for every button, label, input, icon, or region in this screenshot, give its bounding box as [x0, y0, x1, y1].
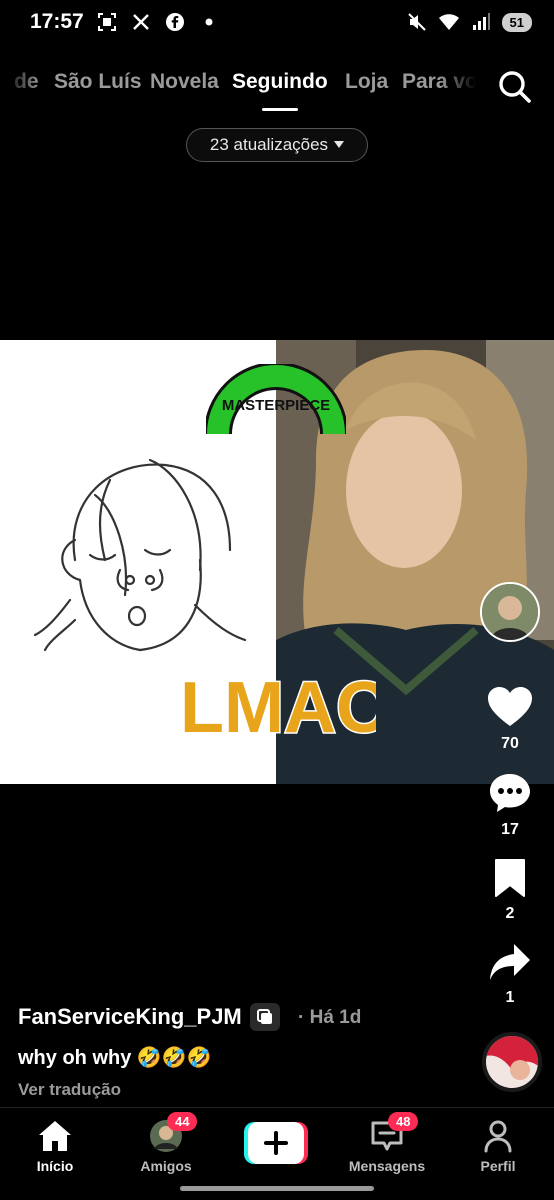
- tab-seguindo[interactable]: Seguindo: [232, 70, 328, 94]
- mute-icon: [406, 11, 428, 33]
- nav-profile[interactable]: Perfil: [453, 1118, 543, 1174]
- create-button[interactable]: [244, 1122, 308, 1164]
- nav-messages[interactable]: 48 Mensagens: [342, 1112, 432, 1174]
- tab-loja[interactable]: Loja: [345, 70, 388, 94]
- save-count: 2: [505, 905, 515, 922]
- x-app-icon: [130, 11, 152, 33]
- search-button[interactable]: [494, 66, 534, 106]
- creator-username[interactable]: FanServiceKing_PJM: [18, 1004, 242, 1030]
- bookmark-icon: [495, 859, 525, 897]
- caret-down-icon: [334, 141, 345, 148]
- nav-friends[interactable]: 44 Amigos: [121, 1112, 211, 1174]
- status-bar: 17:57 51: [0, 0, 554, 44]
- messages-badge: 48: [388, 1112, 419, 1131]
- tab-sao-luis[interactable]: São Luís: [54, 70, 142, 94]
- nav-profile-label: Perfil: [480, 1158, 516, 1174]
- share-count: 1: [505, 989, 515, 1006]
- comment-count: 17: [501, 821, 519, 838]
- lmao-sticker-text: LMAO!: [180, 668, 376, 748]
- facebook-icon: [164, 11, 186, 33]
- comment-button[interactable]: 17: [474, 772, 546, 839]
- lmao-sticker: LMAO!: [179, 667, 377, 749]
- wifi-icon: [438, 11, 460, 33]
- repost-icon: [249, 1003, 280, 1031]
- like-count: 70: [501, 735, 519, 752]
- search-icon: [499, 71, 531, 103]
- profile-icon: [484, 1120, 512, 1153]
- signal-icon: [470, 11, 492, 33]
- video-player[interactable]: MASTERPIECE LMAO!: [0, 340, 554, 784]
- creator-avatar-image: [482, 584, 538, 640]
- feed-tabs: de São Luís Novela Seguindo Loja Para vo: [0, 62, 554, 116]
- tab-novela[interactable]: Novela: [150, 70, 219, 94]
- more-notifications-icon: [198, 11, 220, 33]
- updates-label: 23 atualizações: [209, 135, 329, 154]
- create-plus-icon: [244, 1122, 308, 1164]
- nav-friends-label: Amigos: [140, 1158, 192, 1174]
- save-button[interactable]: 2: [474, 858, 546, 923]
- nav-home[interactable]: Início: [10, 1118, 100, 1174]
- music-disc-image: [486, 1036, 538, 1088]
- masterpiece-sticker: MASTERPIECE: [206, 364, 346, 435]
- caption-text: why oh why 🤣🤣🤣: [18, 1047, 212, 1069]
- battery-indicator: 51: [501, 12, 532, 32]
- home-icon: [39, 1121, 71, 1151]
- creator-avatar[interactable]: [480, 582, 540, 642]
- friends-badge: 44: [167, 1112, 198, 1131]
- active-tab-indicator: [262, 108, 298, 111]
- nav-home-label: Início: [36, 1158, 74, 1174]
- comment-icon: [490, 774, 530, 812]
- like-button[interactable]: 70: [474, 686, 546, 753]
- translate-link[interactable]: Ver tradução: [18, 1080, 121, 1100]
- status-time: 17:57: [30, 10, 84, 33]
- nav-messages-label: Mensagens: [348, 1158, 426, 1174]
- screenshot-icon: [96, 11, 118, 33]
- home-indicator[interactable]: [180, 1186, 374, 1191]
- masterpiece-sticker-text: MASTERPIECE: [222, 397, 330, 414]
- share-arrow-icon: [490, 944, 530, 980]
- updates-pill[interactable]: 23 atualizações: [186, 128, 368, 162]
- share-button[interactable]: 1: [474, 942, 546, 1007]
- caption-username-row[interactable]: FanServiceKing_PJM: [18, 1003, 280, 1031]
- heart-icon: [488, 687, 532, 726]
- post-time: · Há 1d: [298, 1007, 362, 1028]
- music-disc[interactable]: [482, 1032, 542, 1092]
